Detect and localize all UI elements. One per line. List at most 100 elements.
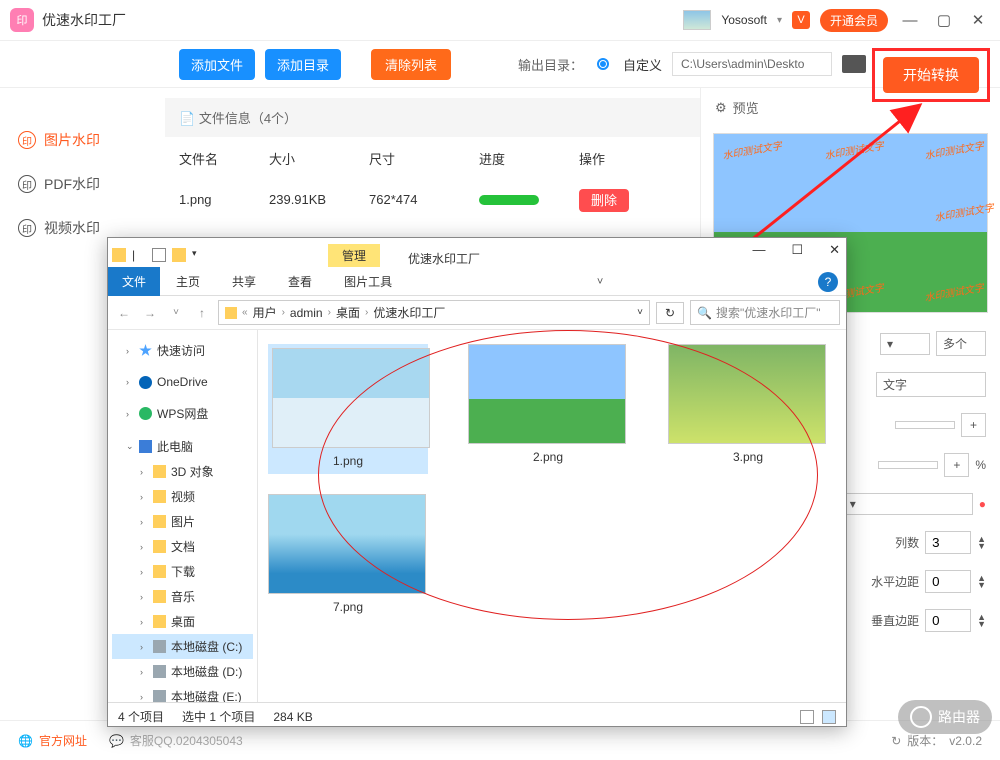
folder-icon: [153, 590, 166, 603]
pdf-wm-icon: 印: [18, 175, 36, 193]
param-input-1[interactable]: [895, 421, 955, 429]
file-item-4[interactable]: 7.png: [268, 494, 428, 616]
output-custom-radio[interactable]: [597, 58, 609, 70]
user-avatar[interactable]: [683, 10, 711, 30]
param-input-2[interactable]: [878, 461, 938, 469]
ribbon-view-tab[interactable]: 查看: [272, 267, 328, 296]
tree-drive-d[interactable]: ›本地磁盘 (D:): [112, 659, 253, 684]
qat-caret[interactable]: ▾: [192, 248, 206, 262]
explorer-close-button[interactable]: ✕: [829, 242, 840, 258]
add-file-button[interactable]: 添加文件: [179, 49, 255, 80]
add-folder-button[interactable]: 添加目录: [265, 49, 341, 80]
nav-back-icon[interactable]: ←: [114, 306, 134, 320]
hpad-input[interactable]: [925, 570, 971, 593]
cols-stepper[interactable]: ▲▼: [977, 536, 986, 550]
tree-drive-c[interactable]: ›本地磁盘 (C:): [112, 634, 253, 659]
cols-label: 列数: [895, 534, 919, 551]
count-select[interactable]: 多个: [936, 331, 986, 356]
support-qq[interactable]: 💬 客服QQ.0204305043: [109, 732, 243, 749]
address-bar[interactable]: « 用户› admin› 桌面› 优速水印工厂 ˅: [218, 300, 650, 325]
help-icon[interactable]: ?: [818, 272, 838, 292]
minimize-button[interactable]: —: [898, 12, 922, 29]
tree-downloads[interactable]: ›下载: [112, 559, 253, 584]
tree-pictures[interactable]: ›图片: [112, 509, 253, 534]
tree-music[interactable]: ›音乐: [112, 584, 253, 609]
browse-folder-icon[interactable]: [842, 55, 866, 73]
position-select[interactable]: ▾: [880, 333, 930, 355]
param-select-3[interactable]: ▾: [843, 493, 973, 515]
crumb-users[interactable]: 用户: [253, 304, 277, 321]
refresh-icon[interactable]: ↻: [891, 734, 901, 748]
ribbon-file-tab[interactable]: 文件: [108, 267, 160, 296]
qat-check-icon[interactable]: [152, 248, 166, 262]
nav-forward-icon[interactable]: →: [140, 306, 160, 320]
vpad-input[interactable]: [925, 609, 971, 632]
col-dim: 尺寸: [369, 149, 479, 168]
user-name[interactable]: Yososoft: [721, 13, 767, 27]
status-item-count: 4 个项目: [118, 708, 164, 725]
delete-button[interactable]: 删除: [579, 189, 629, 212]
tree-3d[interactable]: ›3D 对象: [112, 459, 253, 484]
cloud-icon: [139, 376, 152, 389]
nav-pdf-watermark[interactable]: 印PDF水印: [0, 162, 155, 206]
crumb-admin[interactable]: admin: [290, 306, 323, 320]
hpad-stepper[interactable]: ▲▼: [977, 575, 986, 589]
close-button[interactable]: ✕: [966, 11, 990, 29]
ribbon-home-tab[interactable]: 主页: [160, 267, 216, 296]
crumb-folder[interactable]: 优速水印工厂: [373, 304, 445, 321]
user-dropdown-caret[interactable]: ▾: [777, 15, 782, 26]
file-label: 3.png: [668, 444, 828, 466]
search-icon: 🔍: [697, 306, 712, 320]
plus-button-2[interactable]: +: [944, 453, 969, 477]
warn-icon: ●: [979, 497, 986, 511]
file-row[interactable]: 1.png 239.91KB 762*474 删除: [165, 180, 700, 219]
ribbon-picture-tools-tab[interactable]: 图片工具: [328, 267, 408, 296]
wm-text-input[interactable]: 文字: [876, 372, 986, 397]
explorer-maximize-button[interactable]: ☐: [791, 242, 803, 258]
output-path-input[interactable]: [672, 52, 832, 76]
nav-history-caret[interactable]: ˅: [166, 307, 186, 318]
qat-folder-icon[interactable]: [172, 248, 186, 262]
output-dir-label: 输出目录：: [518, 55, 583, 74]
addr-dropdown-caret[interactable]: ˅: [637, 307, 643, 318]
tree-wps[interactable]: ›WPS网盘: [112, 401, 253, 426]
file-item-1[interactable]: 1.png: [268, 344, 428, 474]
explorer-minimize-button[interactable]: —: [752, 242, 765, 258]
col-size: 大小: [269, 149, 369, 168]
ribbon-expand-caret[interactable]: ˅: [597, 276, 603, 288]
file-item-2[interactable]: 2.png: [468, 344, 628, 474]
preview-header: 预览: [733, 98, 759, 117]
view-thumbs-icon[interactable]: [822, 710, 836, 724]
vpad-stepper[interactable]: ▲▼: [977, 614, 986, 628]
tree-videos[interactable]: ›视频: [112, 484, 253, 509]
app-title: 优速水印工厂: [42, 10, 126, 30]
cols-input[interactable]: [925, 531, 971, 554]
refresh-button[interactable]: ↻: [656, 302, 684, 324]
pc-icon: [139, 440, 152, 453]
view-details-icon[interactable]: [800, 710, 814, 724]
tree-desktop[interactable]: ›桌面: [112, 609, 253, 634]
tree-drive-e[interactable]: ›本地磁盘 (E:): [112, 684, 253, 702]
start-convert-button[interactable]: 开始转换: [883, 57, 979, 93]
crumb-desktop[interactable]: 桌面: [336, 304, 360, 321]
tree-quick-access[interactable]: ›快速访问: [112, 338, 253, 363]
explorer-folder-icon: [112, 248, 126, 262]
ribbon-share-tab[interactable]: 共享: [216, 267, 272, 296]
percent-label: %: [975, 458, 986, 472]
tree-this-pc[interactable]: ⌄此电脑: [112, 434, 253, 459]
folder-icon: [153, 565, 166, 578]
nav-up-icon[interactable]: ↑: [192, 306, 212, 320]
explorer-search-input[interactable]: 🔍搜索"优速水印工厂": [690, 300, 840, 325]
ribbon-manage-tab[interactable]: 管理: [328, 244, 380, 267]
open-vip-button[interactable]: 开通会员: [820, 9, 888, 32]
folder-icon: [153, 465, 166, 478]
official-site-link[interactable]: 🌐 官方网址: [18, 732, 87, 749]
file-item-3[interactable]: 3.png: [668, 344, 828, 474]
maximize-button[interactable]: ▢: [932, 11, 956, 29]
explorer-tree: ›快速访问 ›OneDrive ›WPS网盘 ⌄此电脑 ›3D 对象 ›视频 ›…: [108, 330, 258, 702]
tree-onedrive[interactable]: ›OneDrive: [112, 371, 253, 393]
nav-image-watermark[interactable]: 印图片水印: [0, 118, 155, 162]
clear-list-button[interactable]: 清除列表: [371, 49, 451, 80]
tree-documents[interactable]: ›文档: [112, 534, 253, 559]
plus-button-1[interactable]: +: [961, 413, 986, 437]
